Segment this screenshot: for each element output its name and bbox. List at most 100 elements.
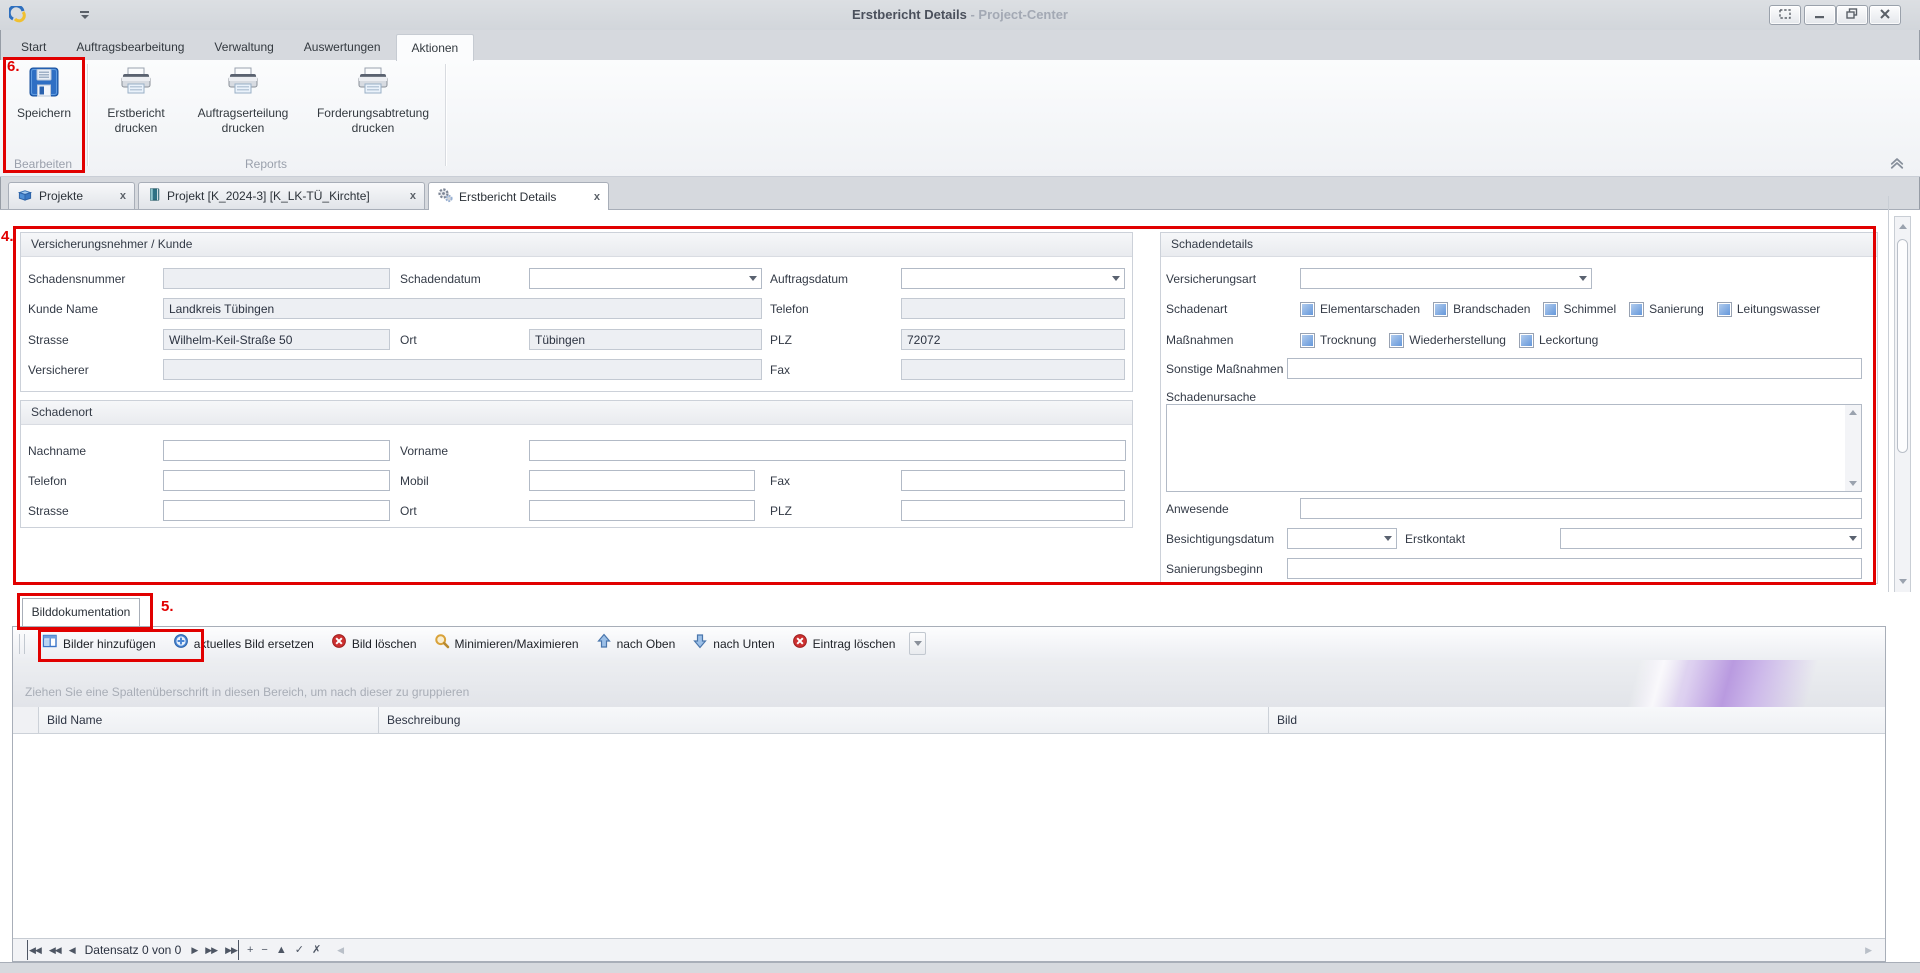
scroll-down-icon[interactable] bbox=[1849, 481, 1857, 486]
versicherungsart-combo[interactable] bbox=[1300, 268, 1592, 289]
scroll-up-icon[interactable] bbox=[1849, 410, 1857, 415]
doc-tab-projekte[interactable]: Projekte x bbox=[8, 182, 135, 209]
group-by-bar[interactable]: Ziehen Sie eine Spaltenüberschrift in di… bbox=[13, 660, 1885, 708]
checkbox-wiederherstellung[interactable]: Wiederherstellung bbox=[1389, 333, 1506, 348]
ribbon-tab-verwaltung[interactable]: Verwaltung bbox=[199, 34, 288, 60]
schadenursache-textarea[interactable] bbox=[1166, 404, 1862, 492]
kunde-ort-input[interactable] bbox=[529, 329, 762, 350]
doc-tab-projekt-close-icon[interactable]: x bbox=[410, 190, 416, 202]
bilddokumentation-tab[interactable]: Bilddokumentation bbox=[22, 598, 140, 626]
chevron-down-icon[interactable] bbox=[1844, 529, 1861, 548]
close-button[interactable] bbox=[1869, 5, 1901, 25]
kunde-name-input[interactable] bbox=[163, 298, 762, 319]
scrollbar-thumb[interactable] bbox=[1897, 239, 1908, 453]
restore-button[interactable] bbox=[1836, 5, 1868, 25]
massnahmen-checkbox-row: Trocknung Wiederherstellung Leckortung bbox=[1300, 329, 1598, 351]
last-record-button[interactable]: ▶▶ bbox=[225, 940, 239, 960]
doc-tab-erstbericht-close-icon[interactable]: x bbox=[594, 191, 600, 203]
minimieren-maximieren-button[interactable]: Minimieren/Maximieren bbox=[427, 630, 586, 657]
next-page-button[interactable]: ▶▶ bbox=[205, 940, 217, 960]
window-title-suffix: - Project-Center bbox=[967, 7, 1068, 22]
fullscreen-button[interactable] bbox=[1769, 5, 1801, 25]
forderungsabtretung-drucken-button[interactable]: Forderungsabtretung drucken bbox=[304, 62, 442, 154]
doc-tab-projekt[interactable]: Projekt [K_2024-3] [K_LK-TÜ_Kirchte] x bbox=[138, 182, 425, 209]
minimize-button[interactable] bbox=[1804, 5, 1836, 25]
toolbar-overflow-button[interactable] bbox=[909, 632, 926, 655]
schadensnummer-input[interactable] bbox=[163, 268, 390, 289]
schadenort-ort-input[interactable] bbox=[529, 500, 755, 521]
checkbox-sanierung[interactable]: Sanierung bbox=[1629, 302, 1704, 317]
scrollbar-up-icon[interactable] bbox=[1899, 224, 1907, 229]
kunde-strasse-input[interactable] bbox=[163, 329, 390, 350]
schadendatum-combo[interactable] bbox=[529, 268, 762, 289]
sonstige-massnahmen-input[interactable] bbox=[1287, 358, 1862, 379]
prev-page-button[interactable]: ◀◀ bbox=[49, 940, 61, 960]
cancel-edit-button[interactable]: ✗ bbox=[312, 940, 321, 960]
edit-record-button[interactable]: ▲ bbox=[276, 940, 287, 960]
doc-tab-projekte-close-icon[interactable]: x bbox=[120, 190, 126, 202]
auftragserteilung-drucken-button[interactable]: Auftragserteilung drucken bbox=[184, 62, 302, 154]
erstbericht-drucken-button[interactable]: Erstbericht drucken bbox=[90, 62, 182, 154]
bild-loeschen-button[interactable]: Bild löschen bbox=[324, 630, 424, 657]
anwesende-input[interactable] bbox=[1300, 498, 1862, 519]
bild-ersetzen-button[interactable]: aktuelles Bild ersetzen bbox=[166, 630, 321, 657]
column-header-beschreibung[interactable]: Beschreibung bbox=[379, 707, 1269, 734]
checkbox-leckortung[interactable]: Leckortung bbox=[1519, 333, 1598, 348]
ribbon-tab-auftragsbearbeitung[interactable]: Auftragsbearbeitung bbox=[61, 34, 199, 60]
chevron-down-icon[interactable] bbox=[1379, 529, 1396, 548]
grid-body-empty[interactable] bbox=[13, 735, 1885, 939]
checkbox-schimmel[interactable]: Schimmel bbox=[1543, 302, 1616, 317]
column-header-bild[interactable]: Bild bbox=[1269, 707, 1885, 734]
schadenart-checkbox-row: Elementarschaden Brandschaden Schimmel S… bbox=[1300, 298, 1820, 320]
sanierungsbeginn-input[interactable] bbox=[1287, 558, 1862, 579]
speichern-button[interactable]: Speichern bbox=[4, 62, 84, 154]
scroll-left-button[interactable]: ◀ bbox=[337, 940, 343, 960]
checkbox-icon bbox=[1717, 302, 1732, 317]
toolbar-grip-handle[interactable] bbox=[19, 634, 25, 654]
doc-tab-erstbericht-details[interactable]: Erstbericht Details x bbox=[428, 182, 609, 210]
nach-oben-button[interactable]: nach Oben bbox=[589, 630, 683, 657]
ribbon-tab-aktionen[interactable]: Aktionen bbox=[396, 34, 475, 61]
schadenort-fax-input[interactable] bbox=[901, 470, 1125, 491]
memo-scrollbar[interactable] bbox=[1845, 405, 1861, 491]
first-record-button[interactable]: ◀◀ bbox=[27, 940, 41, 960]
auftragsdatum-combo[interactable] bbox=[901, 268, 1125, 289]
erstkontakt-combo[interactable] bbox=[1560, 528, 1862, 549]
chevron-down-icon[interactable] bbox=[1574, 269, 1591, 288]
nachname-input[interactable] bbox=[163, 440, 390, 461]
eintrag-loeschen-button[interactable]: Eintrag löschen bbox=[785, 630, 903, 657]
prev-record-button[interactable]: ◀ bbox=[69, 940, 75, 960]
chevron-down-icon[interactable] bbox=[1107, 269, 1124, 288]
schadenort-telefon-input[interactable] bbox=[163, 470, 390, 491]
append-record-button[interactable]: + bbox=[247, 940, 253, 960]
ribbon-tab-auswertungen[interactable]: Auswertungen bbox=[289, 34, 396, 60]
besichtigungsdatum-combo[interactable] bbox=[1287, 528, 1397, 549]
kunde-plz-input[interactable] bbox=[901, 329, 1125, 350]
collapse-ribbon-icon[interactable] bbox=[1888, 156, 1906, 175]
scrollbar-down-icon[interactable] bbox=[1899, 579, 1907, 584]
versicherer-input[interactable] bbox=[163, 359, 762, 380]
erstbericht-drucken-label: Erstbericht drucken bbox=[90, 106, 182, 136]
column-header-bild-name[interactable]: Bild Name bbox=[39, 707, 379, 734]
kunde-fax-input[interactable] bbox=[901, 359, 1125, 380]
sonstige-massnahmen-label: Sonstige Maßnahmen bbox=[1166, 358, 1283, 380]
vorname-input[interactable] bbox=[529, 440, 1126, 461]
checkbox-elementarschaden[interactable]: Elementarschaden bbox=[1300, 302, 1420, 317]
schadenort-strasse-input[interactable] bbox=[163, 500, 390, 521]
checkbox-leitungswasser[interactable]: Leitungswasser bbox=[1717, 302, 1820, 317]
checkbox-icon bbox=[1433, 302, 1448, 317]
bilder-hinzufuegen-button[interactable]: Bilder hinzufügen bbox=[35, 630, 163, 657]
kunde-telefon-input[interactable] bbox=[901, 298, 1125, 319]
checkbox-label: Leckortung bbox=[1539, 333, 1598, 347]
next-record-button[interactable]: ▶ bbox=[191, 940, 197, 960]
mobil-input[interactable] bbox=[529, 470, 755, 491]
ribbon-tab-start[interactable]: Start bbox=[6, 34, 61, 60]
schadenort-plz-input[interactable] bbox=[901, 500, 1125, 521]
chevron-down-icon[interactable] bbox=[744, 269, 761, 288]
post-edit-button[interactable]: ✓ bbox=[295, 940, 304, 960]
delete-record-button[interactable]: − bbox=[261, 940, 267, 960]
scroll-right-button[interactable]: ▶ bbox=[1865, 940, 1871, 960]
checkbox-trocknung[interactable]: Trocknung bbox=[1300, 333, 1376, 348]
nach-unten-button[interactable]: nach Unten bbox=[685, 630, 781, 657]
checkbox-brandschaden[interactable]: Brandschaden bbox=[1433, 302, 1530, 317]
